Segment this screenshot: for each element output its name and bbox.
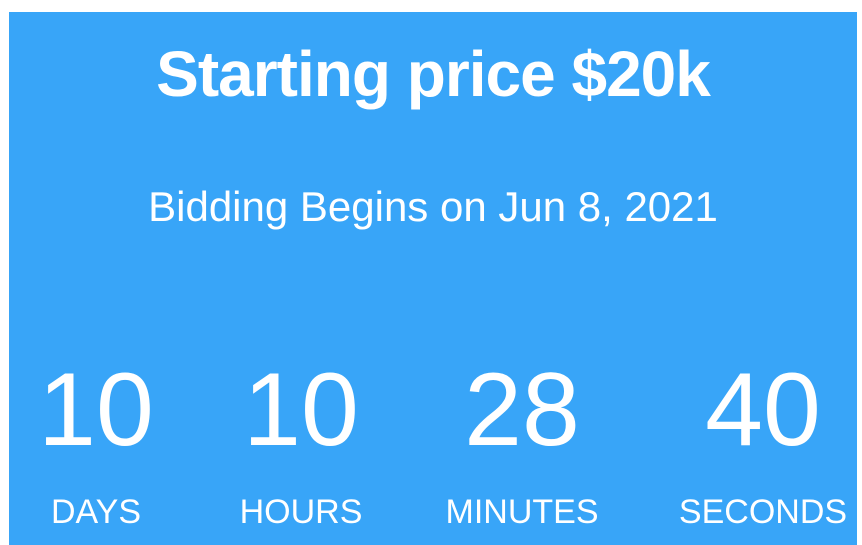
- bidding-begins-subtitle: Bidding Begins on Jun 8, 2021: [148, 183, 718, 230]
- seconds-value: 40: [705, 352, 821, 468]
- countdown-seconds: 40 SECONDS: [673, 352, 853, 534]
- seconds-label: SECONDS: [678, 493, 848, 531]
- countdown-minutes: 28 MINUTES: [432, 352, 612, 534]
- days-label: DAYS: [50, 493, 142, 531]
- minutes-label: MINUTES: [445, 493, 599, 531]
- countdown-banner: Starting price $20k Bidding Begins on Ju…: [9, 12, 857, 545]
- countdown-days: 10 DAYS: [6, 352, 186, 534]
- days-value: 10: [38, 352, 154, 468]
- countdown-hours: 10 HOURS: [211, 352, 391, 534]
- minutes-value: 28: [464, 352, 580, 468]
- hours-value: 10: [243, 352, 359, 468]
- starting-price-title: Starting price $20k: [156, 38, 711, 110]
- hours-label: HOURS: [239, 493, 363, 531]
